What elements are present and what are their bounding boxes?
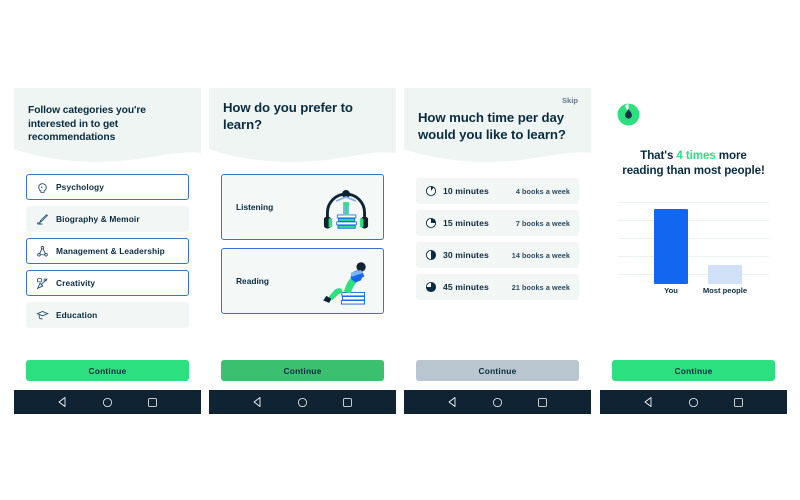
pie-clock-icon <box>425 281 437 293</box>
page-title: Follow categories you're interested in t… <box>28 105 146 144</box>
time-sublabel: 4 books a week <box>515 186 570 196</box>
category-label: Creativity <box>56 278 96 288</box>
chart-label-you: You <box>664 286 678 296</box>
time-sublabel: 7 books a week <box>515 218 570 228</box>
org-network-icon <box>37 245 48 256</box>
phone-screen-result: That's 4 times more reading than most pe… <box>600 88 787 414</box>
wave-divider <box>404 149 591 165</box>
category-label: Biography & Memoir <box>56 214 140 224</box>
home-circle-icon[interactable] <box>102 397 113 408</box>
category-item-psychology[interactable]: Psychology <box>26 174 189 200</box>
screen-footer: Continue <box>404 360 591 390</box>
pie-clock-icon <box>425 249 437 261</box>
category-label: Education <box>56 310 98 320</box>
chart-bars <box>618 202 769 285</box>
preference-option-listening[interactable]: Listening <box>221 174 384 240</box>
fountain-pen-icon <box>37 213 48 225</box>
result-headline: That's 4 times more reading than most pe… <box>616 148 771 178</box>
chart-label-most-people: Most people <box>702 286 748 296</box>
headphones-books-illustration <box>323 190 369 229</box>
continue-button[interactable]: Continue <box>26 360 189 381</box>
headline-line2: reading than most people! <box>622 164 765 178</box>
category-item-management[interactable]: Management & Leadership <box>26 238 189 264</box>
time-option-15min[interactable]: 15 minutes 7 books a week <box>416 210 579 236</box>
chart-x-labels: You Most people <box>618 286 769 298</box>
continue-button[interactable]: Continue <box>416 360 579 381</box>
time-sublabel: 14 books a week <box>511 250 570 260</box>
chart-bar-you <box>654 209 688 285</box>
category-item-education[interactable]: Education <box>26 302 189 328</box>
wave-divider <box>14 149 201 165</box>
back-triangle-icon[interactable] <box>643 396 655 408</box>
headline-highlight: 4 times <box>676 149 716 162</box>
headline-post: more <box>715 149 747 162</box>
chart-bar-most-people <box>708 265 742 285</box>
home-circle-icon[interactable] <box>492 397 503 408</box>
back-triangle-icon[interactable] <box>252 396 264 408</box>
app-logo <box>612 98 775 132</box>
time-sublabel: 21 books a week <box>511 282 570 292</box>
pie-clock-icon <box>425 185 437 197</box>
recents-square-icon[interactable] <box>537 397 548 408</box>
android-navigation-bar <box>14 390 201 414</box>
result-body: That's 4 times more reading than most pe… <box>600 88 787 360</box>
time-option-list: 10 minutes 4 books a week 15 minutes 7 b… <box>404 164 591 360</box>
head-profile-icon <box>38 182 47 193</box>
screen-header: Skip How much time per day would you lik… <box>404 88 591 165</box>
screen-footer: Continue <box>600 360 787 390</box>
preference-list: Listening Reading <box>209 164 396 360</box>
blinkist-leaf-logo <box>617 103 640 126</box>
page-title: How much time per day would you like to … <box>418 110 566 142</box>
wave-divider <box>209 149 396 165</box>
screen-header: Follow categories you're interested in t… <box>14 88 201 165</box>
category-label: Psychology <box>56 182 105 192</box>
back-triangle-icon[interactable] <box>447 396 459 408</box>
headline-pre: That's <box>640 149 677 162</box>
phone-screen-time-per-day: Skip How much time per day would you lik… <box>404 88 591 414</box>
recents-square-icon[interactable] <box>342 397 353 408</box>
person-reading-illustration <box>323 262 366 305</box>
preference-option-reading[interactable]: Reading <box>221 248 384 314</box>
screenshot-canvas: Follow categories you're interested in t… <box>0 0 800 500</box>
preference-label: Listening <box>236 202 274 212</box>
time-label: 10 minutes <box>443 186 489 196</box>
graduation-cap-icon <box>36 310 49 319</box>
time-label: 15 minutes <box>443 218 489 228</box>
skip-button[interactable]: Skip <box>562 96 578 105</box>
category-item-biography[interactable]: Biography & Memoir <box>26 206 189 232</box>
continue-button[interactable]: Continue <box>221 360 384 381</box>
preference-label: Reading <box>236 276 270 286</box>
home-circle-icon[interactable] <box>297 397 308 408</box>
screen-footer: Continue <box>14 360 201 390</box>
android-navigation-bar <box>404 390 591 414</box>
android-navigation-bar <box>209 390 396 414</box>
time-option-10min[interactable]: 10 minutes 4 books a week <box>416 178 579 204</box>
pie-clock-icon <box>425 217 437 229</box>
continue-button[interactable]: Continue <box>612 360 775 381</box>
phone-screen-preference: How do you prefer to learn? Listening Re… <box>209 88 396 414</box>
time-label: 45 minutes <box>443 282 489 292</box>
page-title: How do you prefer to learn? <box>223 100 353 132</box>
time-label: 30 minutes <box>443 250 489 260</box>
screen-footer: Continue <box>209 360 396 390</box>
time-option-45min[interactable]: 45 minutes 21 books a week <box>416 274 579 300</box>
category-item-creativity[interactable]: Creativity <box>26 270 189 296</box>
recents-square-icon[interactable] <box>733 397 744 408</box>
screen-header: How do you prefer to learn? <box>209 88 396 165</box>
android-navigation-bar <box>600 390 787 414</box>
category-label: Management & Leadership <box>56 246 165 256</box>
time-option-30min[interactable]: 30 minutes 14 books a week <box>416 242 579 268</box>
back-triangle-icon[interactable] <box>57 396 69 408</box>
palette-brush-icon <box>36 277 48 289</box>
category-list: Psychology Biography & Memoir Management… <box>14 164 201 360</box>
phone-screen-categories: Follow categories you're interested in t… <box>14 88 201 414</box>
reading-comparison-chart: You Most people <box>618 192 769 295</box>
recents-square-icon[interactable] <box>147 397 158 408</box>
home-circle-icon[interactable] <box>688 397 699 408</box>
